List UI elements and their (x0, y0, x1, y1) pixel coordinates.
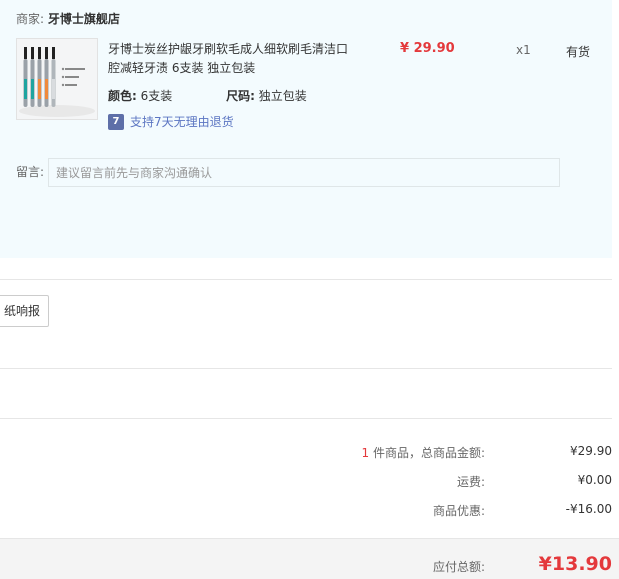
product-quantity: x1 (516, 43, 531, 57)
size-attribute: 尺码: 独立包装 (226, 87, 307, 104)
shipping-row: 运费: ¥0.00 (0, 473, 619, 493)
size-value: 独立包装 (258, 89, 307, 103)
order-item-panel: 商家: 牙博士旗舰店 牙博士炭丝护龈牙刷软毛成人细软刷毛清洁口腔减轻牙渍 6支装… (0, 0, 612, 258)
merchant-info: 商家: 牙博士旗舰店 (16, 10, 120, 27)
discount-row: 商品优惠: -¥16.00 (0, 502, 619, 522)
payable-amount: ¥13.90 (538, 553, 612, 575)
divider (0, 279, 612, 280)
divider (0, 368, 612, 369)
goods-amount-value: ¥29.90 (570, 444, 612, 458)
color-value: 6支装 (140, 89, 173, 103)
color-label: 颜色: (108, 89, 137, 103)
remark-label: 留言: (16, 165, 45, 179)
goods-amount-row: 1 件商品，总商品金额: ¥29.90 (0, 444, 619, 464)
shipping-value: ¥0.00 (577, 473, 612, 487)
shipping-label: 运费: (456, 475, 485, 489)
product-thumbnail[interactable] (16, 38, 98, 120)
payable-total-bar: 应付总额: ¥13.90 (0, 538, 619, 579)
discount-value: -¥16.00 (565, 502, 612, 516)
color-attribute: 颜色: 6支装 (108, 87, 172, 104)
size-label: 尺码: (226, 89, 255, 103)
remark-input[interactable] (48, 158, 560, 187)
return-policy-text[interactable]: 支持7天无理由退货 (130, 113, 234, 130)
discount-label: 商品优惠: (432, 504, 485, 518)
product-attributes: 颜色: 6支装 尺码: 独立包装 (108, 87, 357, 104)
goods-amount-label: 1 件商品，总商品金额: (362, 444, 486, 461)
merchant-label: 商家: (16, 12, 45, 26)
payable-label: 应付总额: (432, 560, 485, 574)
product-price: ¥ 29.90 (400, 41, 455, 56)
product-title[interactable]: 牙博士炭丝护龈牙刷软毛成人细软刷毛清洁口腔减轻牙渍 6支装 独立包装 (108, 40, 358, 78)
return-policy[interactable]: 7 支持7天无理由退货 (108, 113, 234, 130)
item-count: 1 (361, 446, 370, 460)
stock-status: 有货 (566, 45, 591, 59)
merchant-name[interactable]: 牙博士旗舰店 (48, 12, 120, 26)
toothbrush-product-image-icon (17, 39, 97, 119)
invoice-button[interactable]: 纸响报销 (0, 295, 49, 327)
divider (0, 418, 612, 419)
seven-day-return-icon: 7 (108, 113, 124, 130)
item-count-suffix: 件商品，总商品金额: (369, 446, 485, 460)
